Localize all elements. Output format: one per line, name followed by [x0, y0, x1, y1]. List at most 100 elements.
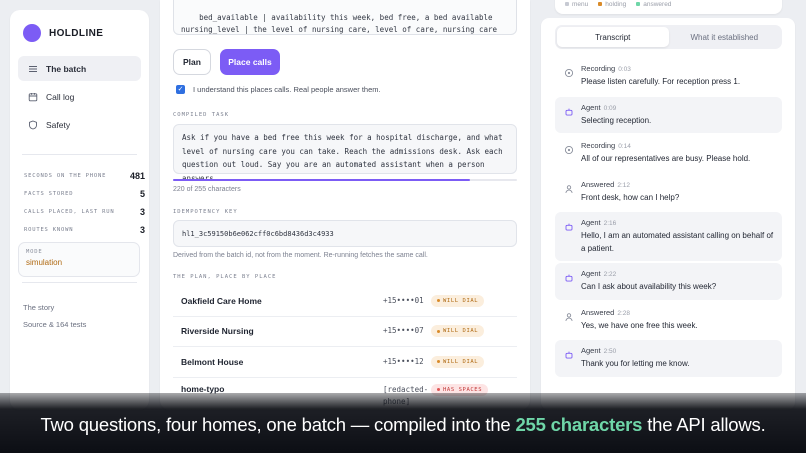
stat-value: 5: [139, 189, 145, 199]
stat-value: 3: [139, 225, 145, 235]
fields-textarea[interactable]: bed_available | availability this week, …: [173, 0, 517, 35]
brand[interactable]: HOLDLINE: [23, 24, 103, 42]
transcript-turn: Agent 2:22 Can I ask about availability th…: [555, 263, 782, 300]
turn-time: 2:28: [617, 309, 631, 317]
transcript-panel: Transcript What it established Recording…: [541, 18, 795, 410]
sidebar: HOLDLINE The batch Call log Safety SECON…: [10, 10, 149, 410]
robot-icon: [564, 219, 574, 231]
transcript-list: Recording 0:03 Please listen carefully. Fo…: [555, 58, 782, 379]
status-badge: WILL DIAL: [431, 355, 485, 368]
tab-transcript[interactable]: Transcript: [557, 27, 669, 47]
turn-body: Agent 0:09 Selecting reception.: [581, 103, 776, 128]
plan-button[interactable]: Plan: [173, 49, 211, 75]
compiled-task-text: Ask if you have a bed free this week for…: [182, 133, 503, 183]
fields-text: bed_available | availability this week, …: [181, 13, 498, 34]
place-name: Oakfield Care Home: [181, 295, 262, 306]
robot-icon: [564, 270, 574, 282]
turn-body: Recording 0:14 All of our representatives …: [581, 141, 776, 166]
turn-body: Agent 2:22 Can I ask about availability th…: [581, 269, 776, 294]
caption-highlight: 255 characters: [515, 414, 643, 435]
stat-label: FACTS STORED: [24, 191, 74, 197]
idempotency-key: hl1_3c59150b6e062cff0c6bd8436d3c4933: [182, 230, 334, 238]
turn-text: Selecting reception.: [581, 115, 652, 125]
sidebar-item-label: Call log: [46, 91, 75, 102]
place-phone: +15••••01: [383, 295, 424, 305]
turn-speaker: Agent: [581, 346, 601, 355]
brand-logo-icon: [23, 24, 41, 42]
caption-bar: Two questions, four homes, one batch — c…: [0, 393, 806, 453]
legend-label: menu: [572, 0, 589, 8]
turn-text: Hello, I am an automated assistant calli…: [581, 231, 774, 253]
table-row[interactable]: Riverside Nursing +15••••07 WILL DIAL: [173, 317, 517, 347]
divider: [22, 282, 137, 283]
mode-value: simulation: [26, 258, 63, 267]
table-row[interactable]: Oakfield Care Home +15••••01 WILL DIAL: [173, 286, 517, 317]
stats-list: SECONDS ON THE PHONE 481 FACTS STORED 5 …: [24, 167, 145, 239]
turn-text: Thank you for letting me know.: [581, 359, 690, 368]
status-badge: WILL DIAL: [431, 325, 485, 338]
turn-speaker: Agent: [581, 102, 601, 112]
legend-item-answered: answered: [636, 1, 671, 8]
place-calls-button[interactable]: Place calls: [220, 49, 280, 75]
idempotency-note: Derived from the batch id, not from the …: [173, 252, 428, 259]
char-count: 220 of 255 characters: [173, 186, 241, 193]
char-progress-fill: [173, 179, 470, 181]
place-name: Belmont House: [181, 356, 244, 367]
turn-time: 2:16: [603, 220, 617, 227]
turn-text: All of our representatives are busy. Ple…: [581, 154, 751, 163]
transcript-turn: Answered 2:28 Yes, we have one free this w…: [555, 302, 782, 339]
divider: [22, 154, 137, 155]
action-buttons: Plan Place calls: [173, 49, 280, 75]
legend-item-holding: holding: [598, 1, 626, 8]
turn-head: Recording 0:03: [581, 64, 776, 73]
turn-speaker: Recording: [581, 64, 616, 73]
turn-time: 0:03: [618, 66, 631, 73]
turn-body: Answered 2:28 Yes, we have one free this w…: [581, 308, 776, 333]
legend-label: answered: [643, 0, 672, 8]
robot-icon: [564, 347, 574, 359]
legend-swatch: [636, 2, 641, 6]
stat-seconds-on-phone: SECONDS ON THE PHONE 481: [24, 167, 145, 185]
idempotency-key-field[interactable]: hl1_3c59150b6e062cff0c6bd8436d3c4933: [173, 220, 517, 247]
legend-swatch: [598, 2, 603, 6]
side-links: The story Source & 164 tests: [23, 303, 86, 337]
turn-head: Answered 2:28: [581, 308, 776, 317]
confirm-checkbox[interactable]: ✓: [176, 85, 185, 94]
place-phone: +15••••07: [383, 326, 424, 336]
stat-facts-stored: FACTS STORED 5: [24, 185, 145, 203]
sidebar-item-the-batch[interactable]: The batch: [18, 56, 141, 81]
calendar-icon: [28, 92, 38, 101]
legend-item-menu: menu: [565, 1, 588, 8]
link-source-tests[interactable]: Source & 164 tests: [23, 320, 86, 337]
main-panel: bed_available | availability this week, …: [160, 0, 530, 410]
turn-time: 0:09: [603, 104, 617, 112]
turn-text: Can I ask about availability this week?: [581, 282, 717, 291]
legend: menu holding answered: [555, 0, 782, 14]
stat-routes-known: ROUTES KNOWN 3: [24, 221, 145, 239]
mode-box: MODE simulation: [18, 242, 140, 277]
sidebar-item-label: The batch: [46, 63, 87, 74]
transcript-turn: Agent 0:09 Selecting reception.: [555, 96, 782, 133]
recording-icon: [564, 65, 574, 78]
sidebar-nav: The batch Call log Safety: [18, 56, 141, 140]
turn-time: 2:22: [603, 271, 617, 278]
confirm-row: ✓ I understand this places calls. Real p…: [176, 85, 381, 94]
turn-speaker: Answered: [581, 307, 615, 317]
turn-text: Please listen carefully. For reception p…: [581, 77, 741, 86]
sidebar-item-safety[interactable]: Safety: [18, 112, 141, 137]
brand-name: HOLDLINE: [49, 27, 104, 39]
sidebar-item-call-log[interactable]: Call log: [18, 84, 141, 109]
turn-head: Agent 2:50: [581, 346, 776, 355]
turn-time: 2:12: [617, 181, 631, 189]
caption-text: Two questions, four homes, one batch — c…: [40, 414, 516, 435]
caption-text: the API allows.: [642, 414, 766, 435]
transcript-turn: Recording 0:14 All of our representatives …: [555, 135, 782, 172]
turn-head: Answered 2:12: [581, 180, 776, 189]
table-row[interactable]: Belmont House +15••••12 WILL DIAL: [173, 347, 517, 378]
transcript-turn: Answered 2:12 Front desk, how can I help?: [555, 174, 782, 211]
turn-time: 2:50: [603, 348, 617, 355]
link-the-story[interactable]: The story: [23, 303, 86, 320]
plan-label: THE PLAN, PLACE BY PLACE: [173, 274, 277, 280]
stat-calls-placed: CALLS PLACED, LAST RUN 3: [24, 203, 145, 221]
tab-what-it-established[interactable]: What it established: [669, 27, 781, 47]
